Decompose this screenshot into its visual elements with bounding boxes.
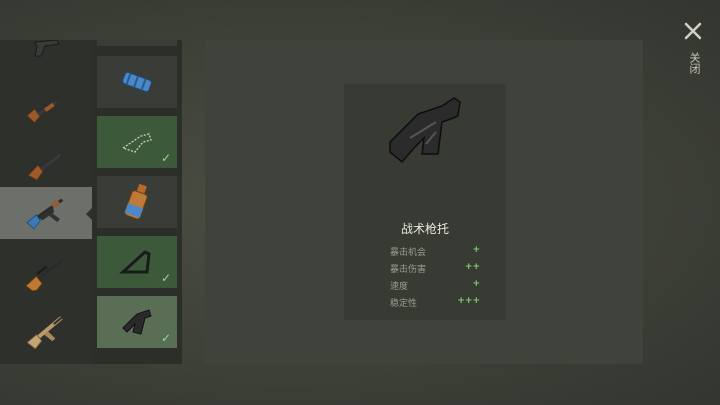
attachment-item-partial[interactable] [97, 40, 177, 46]
attachment-item-tactical-stock-selected[interactable]: ✓ [97, 296, 177, 348]
shotgun-icon [26, 92, 63, 124]
attachment-item-magazine[interactable] [97, 176, 177, 228]
weapon-item-tan-assault-rifle[interactable] [0, 306, 92, 358]
sniper-rifle-icon [25, 258, 65, 292]
pistol-icon [34, 40, 60, 57]
magazine-icon [124, 183, 148, 220]
weapon-item-pistol[interactable] [0, 40, 92, 74]
weapon-item-shotgun[interactable] [0, 80, 92, 132]
weapon-item-ak47-selected[interactable] [0, 187, 92, 239]
equipped-check-icon: ✓ [160, 271, 171, 285]
weapon-list [0, 40, 92, 364]
stat-row: 暴击机会 + [390, 245, 480, 259]
ak47-rifle-icon [26, 198, 64, 230]
stat-label: 稳定性 [390, 299, 418, 309]
detail-panel: 战术枪托 暴击机会 + 暴击伤害 ++ 速度 + 稳定性 +++ [205, 40, 643, 364]
stat-row: 暴击伤害 ++ [390, 262, 480, 276]
folding-stock-icon [119, 250, 151, 274]
attachment-detail-card: 战术枪托 暴击机会 + 暴击伤害 ++ 速度 + 稳定性 +++ [344, 84, 506, 320]
equipped-check-icon: ✓ [160, 151, 171, 165]
attachment-name: 战术枪托 [400, 222, 449, 236]
attachment-list: ✓ ✓ ✓ [92, 40, 182, 364]
stat-value: + [472, 279, 480, 289]
stat-row: 速度 + [390, 279, 480, 293]
attachment-item-suppressor[interactable] [97, 56, 177, 108]
weapon-item-sawed-off-shotgun[interactable] [0, 138, 92, 190]
stat-value: + [472, 245, 480, 255]
equipped-check-icon: ✓ [160, 331, 171, 345]
tan-assault-rifle-icon [26, 316, 63, 350]
suppressor-icon [122, 71, 156, 93]
close-button[interactable] [678, 18, 708, 48]
stat-value: +++ [457, 296, 480, 306]
stat-row: 稳定性 +++ [390, 296, 480, 310]
stat-label: 暴击伤害 [390, 265, 427, 275]
sawed-off-shotgun-icon [27, 149, 62, 181]
tactical-stock-icon [122, 309, 152, 335]
attachment-item-stock-outline[interactable]: ✓ [97, 116, 177, 168]
stat-label: 暴击机会 [390, 248, 427, 258]
stat-value: ++ [464, 262, 480, 272]
close-icon [684, 22, 702, 40]
weapon-item-sniper-rifle[interactable] [0, 248, 92, 300]
close-label[interactable]: 关闭 [684, 52, 701, 74]
stock-outline-icon [121, 133, 152, 153]
attachment-item-folding-stock[interactable]: ✓ [97, 236, 177, 288]
tactical-stock-icon [389, 97, 461, 164]
stat-label: 速度 [390, 282, 409, 292]
